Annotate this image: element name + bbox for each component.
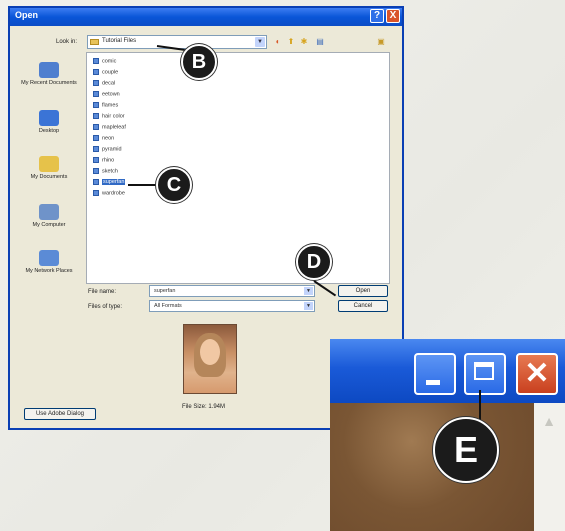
help-button[interactable]: ? bbox=[370, 9, 384, 23]
use-adobe-dialog-button[interactable]: Use Adobe Dialog bbox=[24, 408, 96, 420]
list-item[interactable]: neon bbox=[93, 135, 114, 144]
maximize-button[interactable] bbox=[464, 353, 506, 395]
minimize-button[interactable] bbox=[414, 353, 456, 395]
file-icon bbox=[93, 91, 99, 97]
callout-d: D bbox=[296, 244, 332, 280]
inset-image-area bbox=[330, 403, 534, 531]
file-icon bbox=[93, 179, 99, 185]
dialog-titlebar[interactable]: Open ? X bbox=[10, 8, 402, 26]
folder-icon bbox=[39, 156, 59, 172]
computer-icon bbox=[39, 204, 59, 220]
callout-c: C bbox=[156, 167, 192, 203]
close-icon: ✕ bbox=[524, 357, 550, 390]
file-name-field[interactable]: superfan ▼ bbox=[149, 285, 315, 297]
preview-face bbox=[200, 339, 220, 365]
chevron-up-icon[interactable]: ▲ bbox=[540, 413, 558, 429]
maximize-icon bbox=[474, 362, 494, 380]
list-item[interactable]: comic bbox=[93, 58, 116, 67]
folder-icon bbox=[90, 39, 99, 45]
list-item[interactable]: mapleleaf bbox=[93, 124, 126, 133]
callout-c-pointer bbox=[128, 184, 156, 186]
dialog-title: Open bbox=[15, 10, 39, 20]
file-name-label: File name: bbox=[88, 289, 117, 295]
close-button[interactable]: X bbox=[386, 9, 400, 23]
file-icon bbox=[93, 157, 99, 163]
place-desktop[interactable]: Desktop bbox=[14, 110, 84, 135]
file-icon bbox=[93, 168, 99, 174]
list-item[interactable]: decal bbox=[93, 80, 115, 89]
file-size-text: File Size: 1.94M bbox=[182, 404, 226, 410]
view-menu-icon[interactable]: ▤ bbox=[315, 37, 325, 47]
back-icon[interactable]: ◐ bbox=[273, 37, 283, 47]
image-preview bbox=[183, 324, 237, 394]
list-item-selected[interactable]: superfan bbox=[93, 179, 126, 188]
callout-e: E bbox=[433, 417, 499, 483]
open-button[interactable]: Open bbox=[338, 285, 388, 297]
file-icon bbox=[93, 190, 99, 196]
list-item[interactable]: rhino bbox=[93, 157, 114, 166]
recent-documents-icon bbox=[39, 62, 59, 78]
up-folder-icon[interactable]: ⬆ bbox=[286, 37, 296, 47]
desktop-icon bbox=[39, 110, 59, 126]
place-network[interactable]: My Network Places bbox=[14, 250, 84, 275]
look-in-label: Look in: bbox=[56, 39, 78, 45]
chevron-down-icon[interactable]: ▼ bbox=[304, 287, 313, 295]
place-label: My Recent Documents bbox=[21, 80, 77, 86]
place-label: Desktop bbox=[38, 128, 60, 134]
list-item[interactable]: hair color bbox=[93, 113, 125, 122]
list-item[interactable]: pyramid bbox=[93, 146, 122, 155]
file-icon bbox=[93, 124, 99, 130]
look-in-value: Tutorial Files bbox=[102, 38, 137, 44]
list-item[interactable]: couple bbox=[93, 69, 118, 78]
file-name-value: superfan bbox=[154, 288, 176, 294]
place-recent-documents[interactable]: My Recent Documents bbox=[14, 62, 84, 87]
new-folder-icon[interactable]: ✱ bbox=[299, 37, 309, 47]
files-of-type-dropdown[interactable]: All Formats ▼ bbox=[149, 300, 315, 312]
chevron-down-icon[interactable]: ▼ bbox=[304, 302, 313, 310]
file-icon bbox=[93, 102, 99, 108]
file-icon bbox=[93, 69, 99, 75]
places-bar: My Recent Documents Desktop My Documents… bbox=[14, 52, 84, 304]
place-label: My Computer bbox=[32, 222, 66, 228]
network-icon bbox=[39, 250, 59, 266]
inset-scrollbar[interactable]: ▲ bbox=[534, 403, 565, 531]
minimize-icon bbox=[426, 380, 440, 385]
chevron-down-icon[interactable]: ▼ bbox=[255, 37, 265, 47]
files-of-type-label: Files of type: bbox=[88, 304, 123, 310]
files-of-type-value: All Formats bbox=[154, 303, 182, 309]
list-item[interactable]: sketch bbox=[93, 168, 118, 177]
file-icon bbox=[93, 80, 99, 86]
file-icon bbox=[93, 58, 99, 64]
place-label: My Network Places bbox=[25, 268, 73, 274]
list-item[interactable]: eetown bbox=[93, 91, 120, 100]
add-favorite-icon[interactable]: ▣ bbox=[376, 37, 386, 47]
place-my-computer[interactable]: My Computer bbox=[14, 204, 84, 229]
callout-b: B bbox=[181, 44, 217, 80]
file-icon bbox=[93, 146, 99, 152]
file-icon bbox=[93, 113, 99, 119]
file-list[interactable]: comic couple decal eetown flames hair co… bbox=[86, 52, 390, 284]
place-label: My Documents bbox=[30, 174, 68, 180]
list-item[interactable]: wardrobe bbox=[93, 190, 125, 199]
cancel-button[interactable]: Cancel bbox=[338, 300, 388, 312]
place-my-documents[interactable]: My Documents bbox=[14, 156, 84, 181]
window-close-button[interactable]: ✕ bbox=[516, 353, 558, 395]
file-icon bbox=[93, 135, 99, 141]
list-item[interactable]: flames bbox=[93, 102, 118, 111]
